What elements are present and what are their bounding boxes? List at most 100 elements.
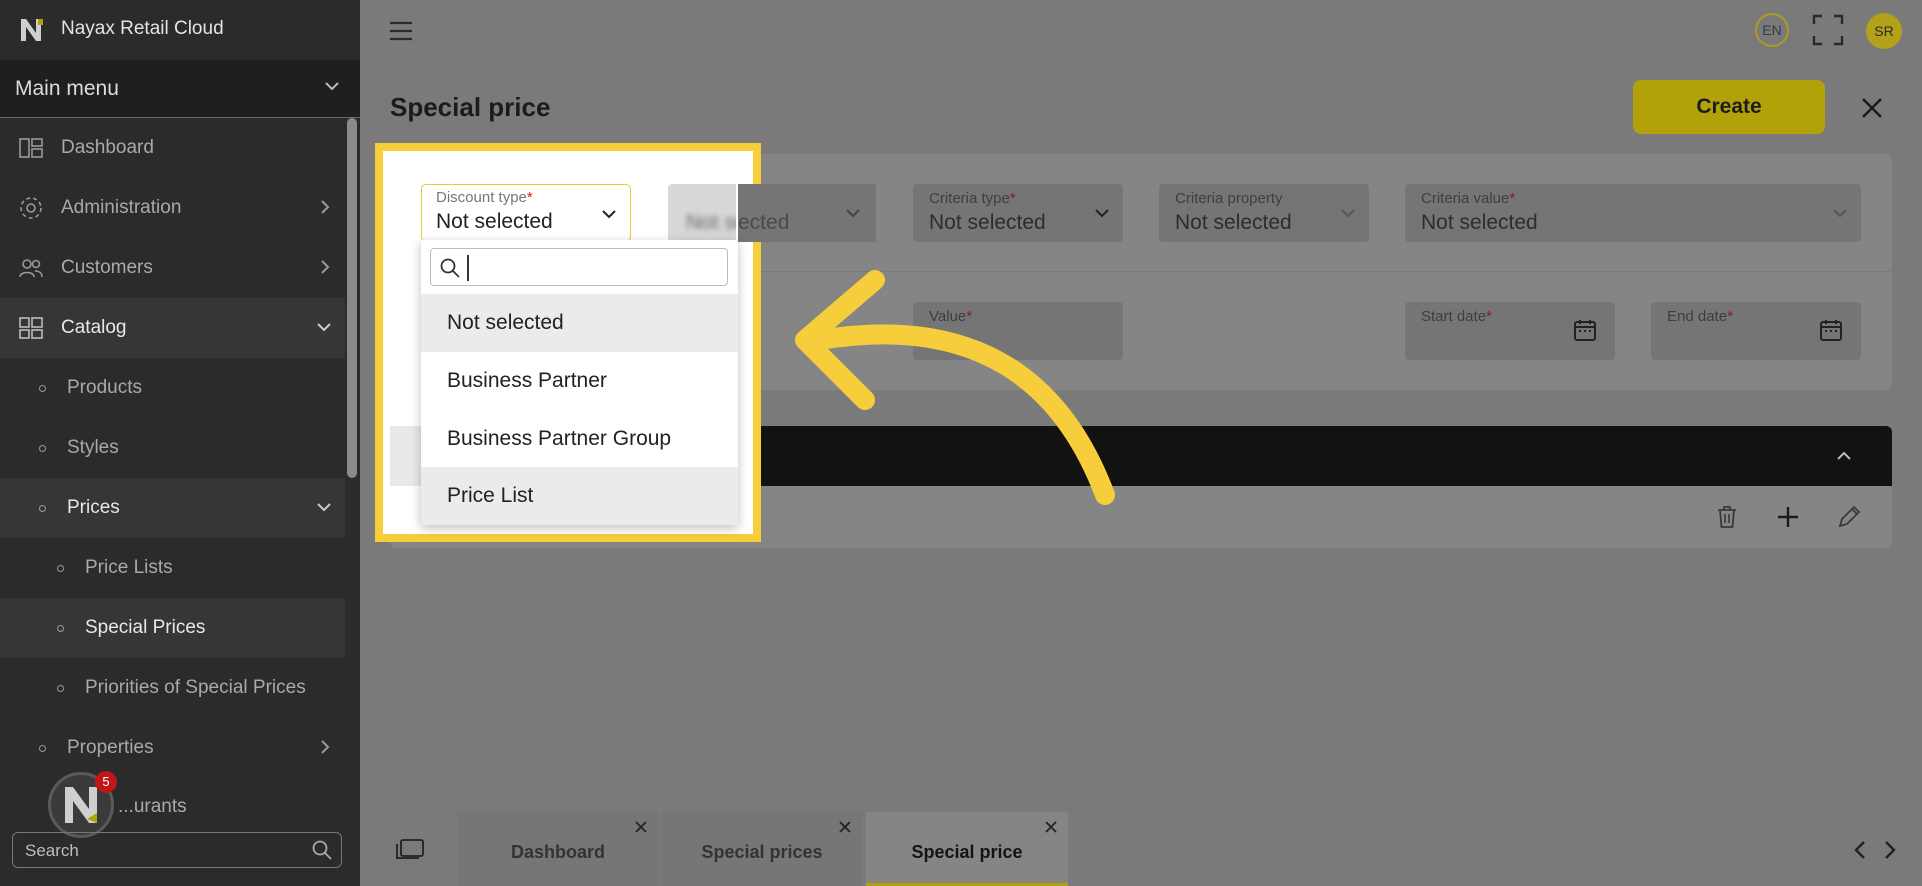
- close-icon[interactable]: [838, 820, 852, 834]
- sidebar-item-price-lists[interactable]: Price Lists: [0, 538, 345, 598]
- required-marker: *: [1509, 190, 1516, 207]
- sidebar-item-products[interactable]: Products: [0, 358, 345, 418]
- field-label-text: Discount type: [436, 189, 527, 206]
- tab-navigation-arrows-icon[interactable]: [1850, 838, 1900, 862]
- sidebar-item-special-prices[interactable]: Special Prices: [0, 598, 345, 658]
- required-marker: *: [1486, 308, 1492, 325]
- catalog-icon: [19, 317, 43, 339]
- chevron-right-icon: [321, 260, 330, 274]
- calendar-icon[interactable]: [1573, 318, 1597, 342]
- field-value: Not selected: [1175, 211, 1292, 234]
- field-label: End date*: [1667, 308, 1733, 325]
- option-label: Business Partner Group: [447, 427, 672, 450]
- tab-label: Special price: [911, 842, 1023, 862]
- tab-dashboard[interactable]: Dashboard: [458, 812, 658, 886]
- add-icon[interactable]: [1775, 504, 1801, 530]
- discount-type-select[interactable]: Discount type* Not selected: [421, 184, 631, 242]
- page-title: Special price: [390, 92, 551, 122]
- sidebar-scrollbar[interactable]: [347, 118, 357, 478]
- end-date-input[interactable]: End date*: [1651, 302, 1861, 360]
- sidebar-item-administration[interactable]: Administration: [0, 178, 345, 238]
- user-avatar[interactable]: SR: [1866, 13, 1902, 49]
- field-label-text: Criteria value: [1421, 190, 1510, 207]
- dropdown-option-business-partner-group[interactable]: Business Partner Group: [421, 410, 738, 468]
- field-value: Not selected: [929, 211, 1046, 234]
- field-label-text: Start date: [1421, 308, 1487, 325]
- blurred-select[interactable]: Not selected: [668, 184, 736, 242]
- search-icon: [440, 258, 460, 278]
- dropdown-search-input[interactable]: [467, 255, 723, 281]
- sidebar-item-dashboard[interactable]: Dashboard: [0, 118, 345, 178]
- field-value: Not selected: [686, 211, 736, 234]
- option-label: Business Partner: [447, 369, 607, 392]
- brand-header: Nayax Retail Cloud: [0, 0, 360, 60]
- topbar: [360, 0, 1922, 60]
- bullet-icon: [39, 445, 46, 452]
- annotation-arrow-icon: [795, 270, 1115, 505]
- sidebar-item-customers[interactable]: Customers: [0, 238, 345, 298]
- close-icon[interactable]: [1858, 94, 1886, 122]
- edit-icon[interactable]: [1836, 504, 1862, 530]
- trash-icon[interactable]: [1715, 504, 1739, 530]
- windows-icon[interactable]: [395, 838, 425, 862]
- sidebar-item-catalog[interactable]: Catalog: [0, 298, 345, 358]
- option-label: Price List: [447, 484, 534, 507]
- chevron-right-icon: [321, 200, 330, 214]
- chevron-down-icon: [317, 503, 331, 512]
- sidebar-item-properties[interactable]: Properties: [0, 718, 345, 778]
- chevron-down-icon: [317, 323, 331, 332]
- main-menu-label: Main menu: [15, 77, 119, 100]
- sidebar-search[interactable]: [12, 832, 342, 868]
- sidebar-item-label: Special Prices: [85, 617, 206, 638]
- notification-badge: 5: [95, 771, 117, 793]
- chevron-down-icon: [602, 210, 616, 219]
- close-icon[interactable]: [1044, 820, 1058, 834]
- required-marker: *: [526, 189, 533, 206]
- close-icon[interactable]: [634, 820, 648, 834]
- bullet-icon: [57, 565, 64, 572]
- field-value-fragment: ected: [738, 211, 790, 234]
- sidebar-item-label: Catalog: [61, 317, 127, 338]
- chevron-down-icon: [846, 209, 860, 218]
- dropdown-search[interactable]: [430, 248, 728, 286]
- chevron-down-icon: [1095, 209, 1109, 218]
- criteria-value-select[interactable]: Criteria value* Not selected: [1405, 184, 1861, 242]
- main-menu-toggle[interactable]: Main menu: [0, 60, 360, 118]
- chevron-down-icon: [1833, 209, 1847, 218]
- sidebar-search-input[interactable]: [23, 839, 297, 863]
- chevron-up-icon[interactable]: [1834, 446, 1854, 466]
- fullscreen-icon[interactable]: [1812, 14, 1844, 46]
- sidebar-item-priorities[interactable]: Priorities of Special Prices: [0, 658, 345, 718]
- sidebar-item-label: Products: [67, 377, 142, 398]
- tab-label: Special prices: [701, 842, 823, 862]
- start-date-input[interactable]: Start date*: [1405, 302, 1615, 360]
- users-icon: [19, 259, 43, 278]
- required-marker: *: [1727, 308, 1733, 325]
- field-value: Not selected: [436, 210, 553, 233]
- blurred-select-continuation[interactable]: ected: [738, 184, 876, 242]
- dropdown-option-price-list[interactable]: Price List: [421, 467, 738, 525]
- bullet-icon: [39, 505, 46, 512]
- bullet-icon: [39, 745, 46, 752]
- dropdown-option-business-partner[interactable]: Business Partner: [421, 352, 738, 410]
- tab-special-price[interactable]: Special price: [866, 812, 1068, 886]
- bullet-icon: [57, 685, 64, 692]
- sidebar-item-label: Customers: [61, 257, 153, 278]
- sidebar-item-label: Price Lists: [85, 557, 173, 578]
- criteria-type-select[interactable]: Criteria type* Not selected: [913, 184, 1123, 242]
- create-button[interactable]: Create: [1633, 80, 1825, 134]
- chevron-down-icon: [1341, 209, 1355, 218]
- criteria-property-select[interactable]: Criteria property Not selected: [1159, 184, 1369, 242]
- search-icon: [312, 840, 332, 860]
- calendar-icon[interactable]: [1819, 318, 1843, 342]
- language-selector[interactable]: EN: [1755, 13, 1789, 47]
- dropdown-option-not-selected[interactable]: Not selected: [421, 294, 738, 352]
- tab-special-prices[interactable]: Special prices: [662, 812, 862, 886]
- sidebar-item-styles[interactable]: Styles: [0, 418, 345, 478]
- sidebar-item-label: Prices: [67, 497, 120, 518]
- required-marker: *: [1009, 190, 1016, 207]
- sidebar-item-prices[interactable]: Prices: [0, 478, 345, 538]
- hamburger-menu-icon[interactable]: [388, 20, 414, 42]
- dashboard-icon: [19, 138, 43, 158]
- sidebar-item-label: Properties: [67, 737, 154, 758]
